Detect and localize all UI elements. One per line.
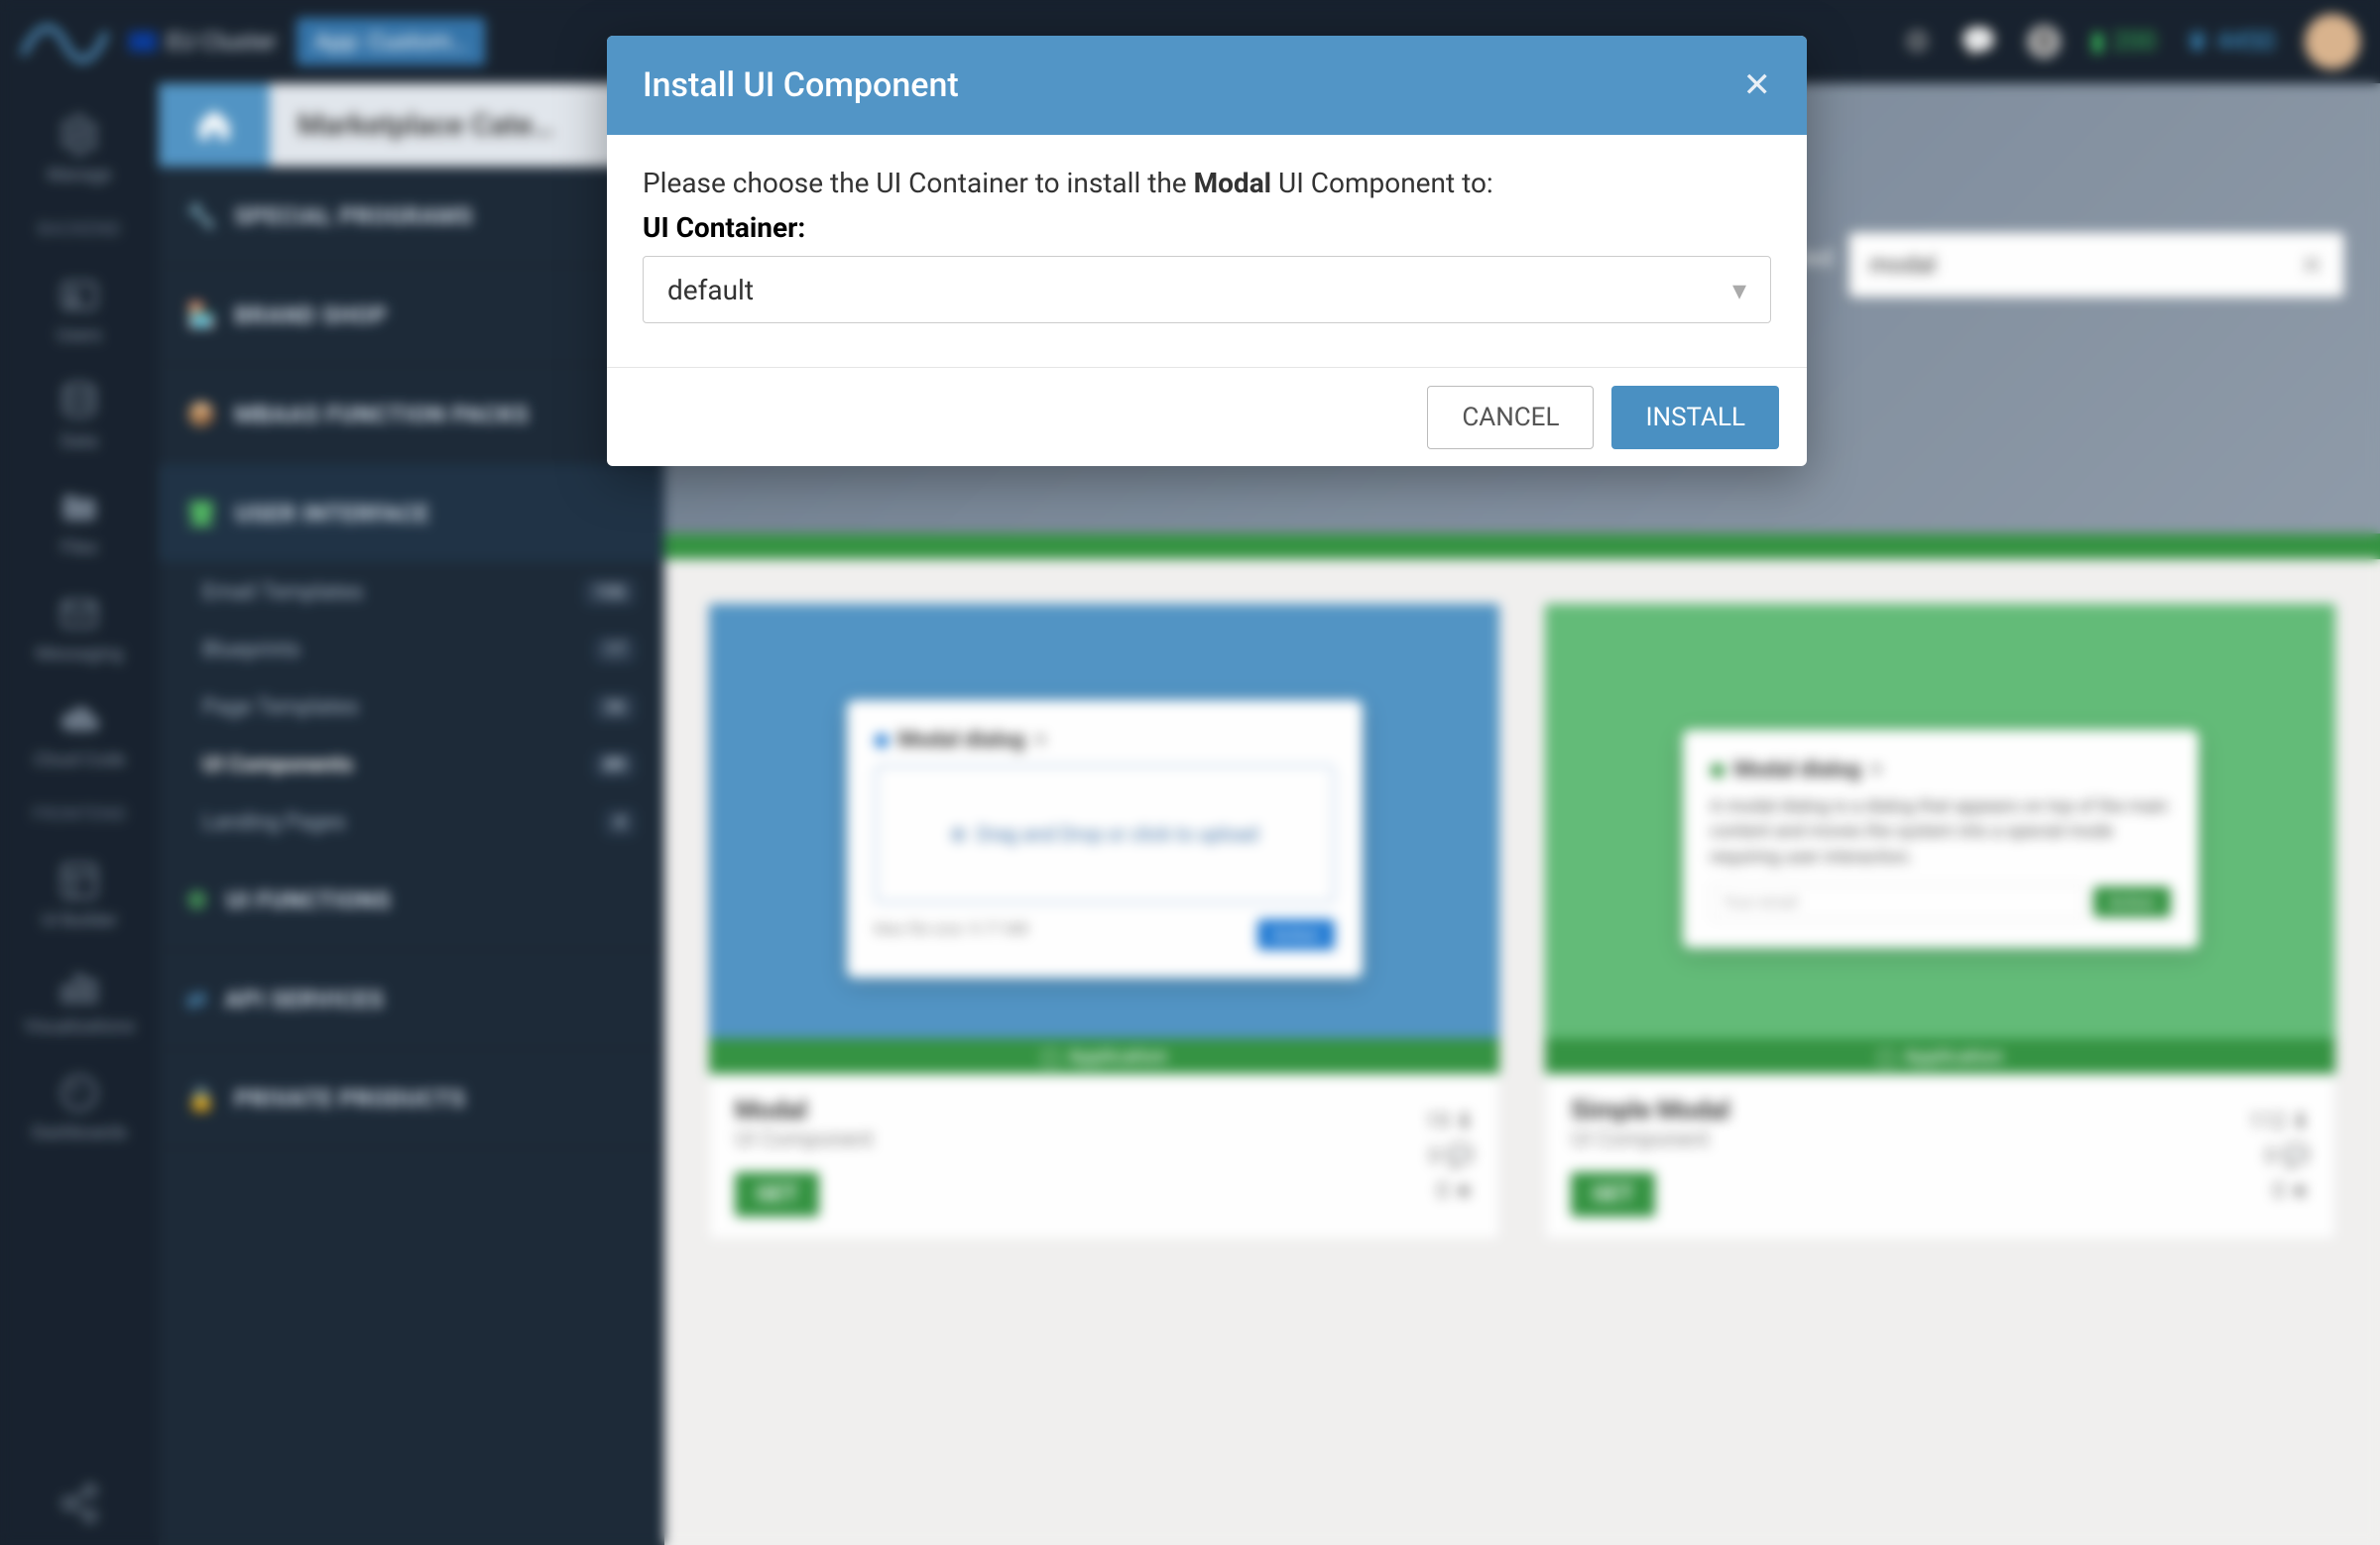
install-button[interactable]: INSTALL xyxy=(1611,386,1779,449)
selected-value: default xyxy=(667,274,754,306)
cancel-button[interactable]: CANCEL xyxy=(1427,386,1594,449)
modal-prompt: Please choose the UI Container to instal… xyxy=(643,167,1771,199)
modal-body: Please choose the UI Container to instal… xyxy=(607,135,1807,367)
container-select[interactable]: default ▾ xyxy=(643,256,1771,323)
close-icon[interactable]: ✕ xyxy=(1743,65,1772,105)
container-label: UI Container: xyxy=(643,211,1771,244)
chevron-down-icon: ▾ xyxy=(1732,274,1746,306)
modal-footer: CANCEL INSTALL xyxy=(607,367,1807,466)
install-modal: Install UI Component ✕ Please choose the… xyxy=(607,36,1807,466)
modal-header: Install UI Component ✕ xyxy=(607,36,1807,135)
modal-title: Install UI Component xyxy=(643,65,959,105)
